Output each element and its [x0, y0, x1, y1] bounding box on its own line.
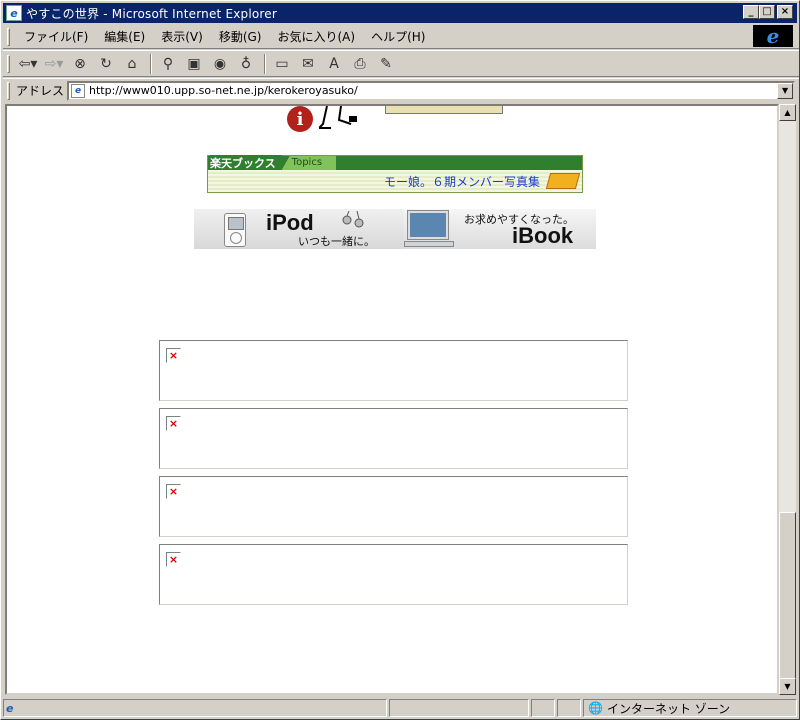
address-input[interactable]: e http://www010.upp.so-net.ne.jp/keroker…	[67, 80, 796, 101]
address-label: アドレス	[16, 84, 65, 98]
address-dropdown-icon[interactable]: ▼	[777, 82, 794, 99]
zone-label: インターネット ゾーン	[606, 701, 731, 716]
image-placeholder: ×	[159, 476, 628, 537]
status-panel	[389, 699, 529, 717]
toolbar-separator	[150, 53, 152, 74]
ibook-base	[404, 241, 454, 247]
rakuten-books-banner[interactable]: 楽天ブックス Topics モー娘。６期メンバー写真集	[207, 155, 583, 193]
favorites-icon[interactable]: ▣	[182, 53, 206, 75]
ipod-subtitle: いつも一緒に。	[298, 235, 375, 248]
menu-edit[interactable]: 編集(E)	[96, 26, 153, 47]
image-placeholder: ×	[159, 408, 628, 469]
home-icon[interactable]: ⌂	[120, 53, 144, 75]
address-bar: アドレス e http://www010.upp.so-net.ne.jp/ke…	[3, 78, 799, 102]
standard-toolbar: ⇦▾ ⇨▾ ⊗ ↻ ⌂ ⚲ ▣ ◉ ♁ ▭ ✉ A ⎙ ✎	[3, 50, 799, 77]
menu-file[interactable]: ファイル(F)	[16, 26, 96, 47]
refresh-icon[interactable]: ↻	[94, 53, 118, 75]
history-icon[interactable]: ♁	[234, 53, 258, 75]
status-page-icon: e	[6, 701, 14, 715]
partial-banner[interactable]	[385, 106, 503, 114]
vertical-scrollbar[interactable]: ▲ ▼	[779, 104, 796, 695]
menu-go[interactable]: 移動(G)	[211, 26, 270, 47]
broken-image-icon: ×	[166, 484, 181, 499]
broken-image-icon: ×	[166, 552, 181, 567]
font-icon[interactable]: A	[322, 53, 346, 75]
partial-top-graphic: i	[287, 106, 359, 132]
mail-icon[interactable]: ✉	[296, 53, 320, 75]
edit-icon[interactable]: ✎	[374, 53, 398, 75]
broken-image-icon: ×	[166, 416, 181, 431]
status-panel	[557, 699, 581, 717]
broken-image-icon: ×	[166, 348, 181, 363]
stop-icon[interactable]: ⊗	[68, 53, 92, 75]
page-content: i 楽天ブックス Topics モー娘。６期メンバー写真集 iPod いつも一緒…	[5, 104, 779, 695]
globe-icon: 🌐	[588, 701, 603, 715]
maximize-button[interactable]: □	[759, 5, 775, 19]
address-url[interactable]: http://www010.upp.so-net.ne.jp/kerokeroy…	[89, 84, 358, 97]
status-main: e	[3, 699, 387, 717]
ipod-icon	[224, 213, 246, 247]
minimize-button[interactable]: _	[743, 5, 759, 19]
toolbar-grip[interactable]	[7, 27, 10, 46]
scroll-down-icon[interactable]: ▼	[779, 678, 796, 695]
ibook-ad[interactable]: お求めやすくなった。 iBook	[404, 209, 596, 249]
fullscreen-icon[interactable]: ▭	[270, 53, 294, 75]
menu-help[interactable]: ヘルプ(H)	[363, 26, 433, 47]
window-title: やすこの世界 - Microsoft Internet Explorer	[26, 6, 278, 21]
browser-window: e やすこの世界 - Microsoft Internet Explorer _…	[0, 0, 800, 720]
search-icon[interactable]: ⚲	[156, 53, 180, 75]
scroll-thumb[interactable]	[779, 512, 796, 679]
status-bar: e 🌐 インターネット ゾーン	[3, 698, 799, 718]
book-icon	[545, 173, 581, 189]
back-icon[interactable]: ⇦▾	[16, 53, 40, 75]
image-placeholder: ×	[159, 340, 628, 401]
ie-logo-icon: e	[753, 24, 793, 48]
apple-banner[interactable]: iPod いつも一緒に。 お求めやすくなった。 iBook	[194, 209, 596, 249]
toolbar-separator	[264, 53, 266, 74]
rakuten-brand: 楽天ブックス	[210, 155, 282, 171]
ibook-title: iBook	[512, 223, 574, 248]
image-placeholder: ×	[159, 544, 628, 605]
ibook-icon	[408, 211, 448, 239]
scroll-up-icon[interactable]: ▲	[779, 104, 796, 121]
toolbar-grip[interactable]	[7, 81, 10, 100]
toolbar-grip[interactable]	[7, 54, 10, 73]
status-zone: 🌐 インターネット ゾーン	[583, 699, 797, 717]
close-button[interactable]: ×	[777, 5, 793, 19]
menu-view[interactable]: 表示(V)	[153, 26, 211, 47]
menu-bar: ファイル(F) 編集(E) 表示(V) 移動(G) お気に入り(A) ヘルプ(H…	[3, 24, 799, 49]
forward-icon[interactable]: ⇨▾	[42, 53, 66, 75]
rakuten-headline[interactable]: モー娘。６期メンバー写真集	[384, 173, 540, 190]
ie-page-icon: e	[6, 5, 22, 21]
page-icon: e	[71, 83, 86, 98]
cartoon-legs-icon	[316, 106, 359, 132]
media-icon[interactable]: ◉	[208, 53, 232, 75]
ipod-ad[interactable]: iPod いつも一緒に。	[194, 209, 404, 249]
earbuds-icon	[342, 210, 366, 231]
status-panel	[531, 699, 555, 717]
menu-favorites[interactable]: お気に入り(A)	[269, 26, 363, 47]
print-icon[interactable]: ⎙	[348, 53, 372, 75]
info-icon[interactable]: i	[287, 106, 313, 132]
title-bar: e やすこの世界 - Microsoft Internet Explorer _…	[3, 3, 797, 23]
rakuten-topics: Topics	[281, 156, 337, 170]
